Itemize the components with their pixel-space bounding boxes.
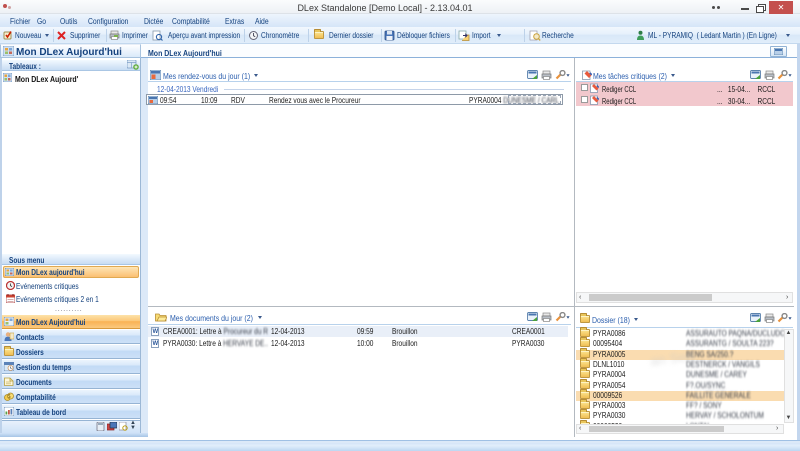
svg-text:$: $ [8, 394, 11, 400]
